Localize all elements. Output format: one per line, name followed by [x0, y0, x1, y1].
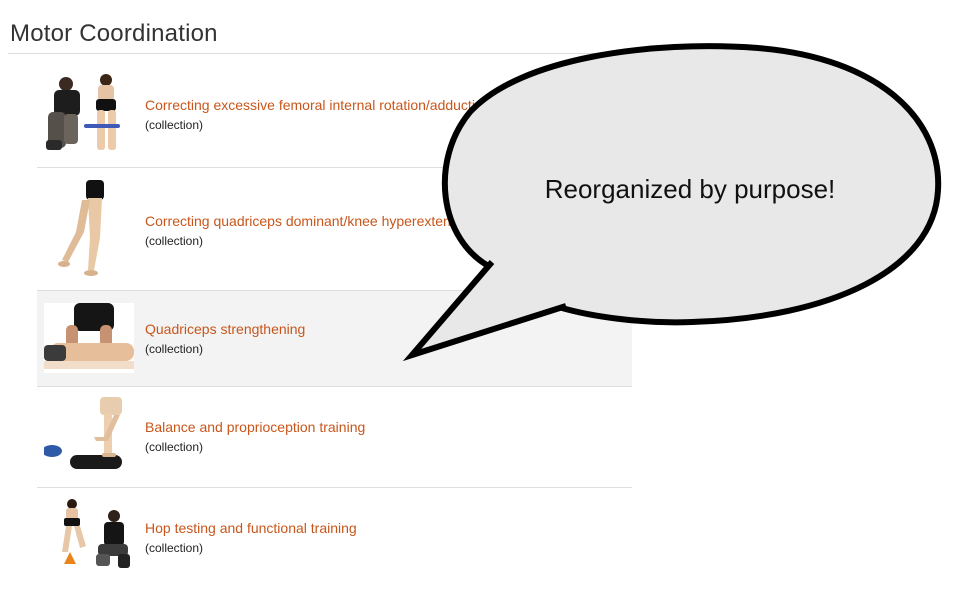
collection-link[interactable]: Quadriceps strengthening [145, 321, 305, 337]
collection-link[interactable]: Balance and proprioception training [145, 419, 365, 435]
collection-label: (collection) [145, 440, 204, 454]
list-item[interactable]: Quadriceps strengthening (collection) [37, 291, 632, 387]
therapist-leg-massage-thumbnail[interactable] [44, 303, 134, 373]
collection-link[interactable]: Hop testing and functional training [145, 520, 357, 536]
callout-text: Reorganized by purpose! [544, 174, 836, 204]
list-item[interactable]: Balance and proprioception training (col… [37, 387, 632, 488]
collection-label: (collection) [145, 342, 204, 356]
collection-link[interactable]: Correcting quadriceps dominant/knee hype… [145, 213, 477, 229]
section-title: Motor Coordination [10, 20, 218, 47]
collection-link[interactable]: Correcting excessive femoral internal ro… [145, 97, 491, 113]
hop-testing-thumbnail[interactable] [44, 496, 134, 578]
balance-pad-thumbnail[interactable] [44, 397, 134, 477]
list-item[interactable]: Correcting excessive femoral internal ro… [37, 60, 632, 168]
collection-label: (collection) [145, 234, 204, 248]
collection-label: (collection) [145, 541, 204, 555]
therapist-band-exercise-thumbnail[interactable] [44, 72, 134, 156]
collection-list: Correcting excessive femoral internal ro… [37, 60, 632, 588]
leg-walking-thumbnail[interactable] [44, 178, 134, 282]
collection-label: (collection) [145, 118, 204, 132]
list-item[interactable]: Hop testing and functional training (col… [37, 488, 632, 588]
title-divider [8, 53, 632, 54]
